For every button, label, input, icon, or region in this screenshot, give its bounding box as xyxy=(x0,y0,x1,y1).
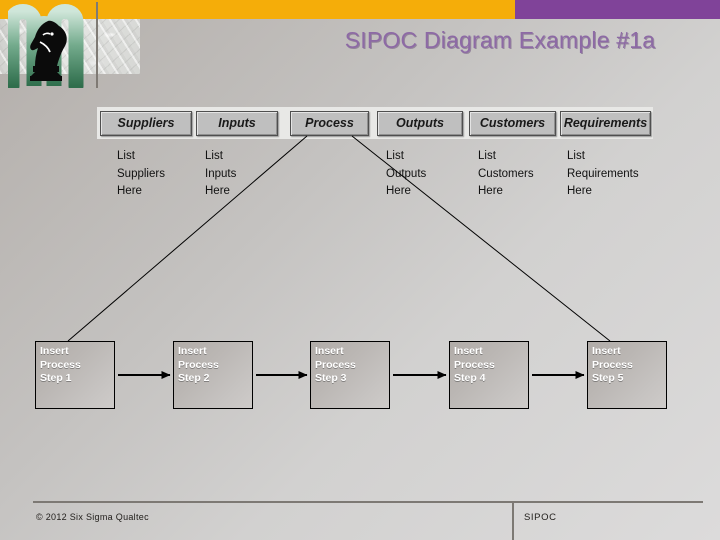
footer-copyright: © 2012 Six Sigma Qualtec xyxy=(36,512,149,522)
column-body-customers: List Customers Here xyxy=(478,150,534,197)
page-title: SIPOC Diagram Example #1a xyxy=(344,27,656,53)
process-step-label-3: Insert Process Step 3 xyxy=(315,345,356,384)
chess-knight-icon xyxy=(30,20,67,81)
process-step-label-2: Insert Process Step 2 xyxy=(178,345,219,384)
logo-vertical-rule xyxy=(96,2,98,88)
company-logo xyxy=(0,0,140,92)
column-body-requirements: List Requirements Here xyxy=(567,150,639,197)
process-step-box-1[interactable]: Insert Process Step 1 xyxy=(35,341,115,409)
column-header-requirements: Requirements xyxy=(560,111,651,136)
process-step-label-5: Insert Process Step 5 xyxy=(592,345,633,384)
process-step-box-5[interactable]: Insert Process Step 5 xyxy=(587,341,667,409)
process-step-box-3[interactable]: Insert Process Step 3 xyxy=(310,341,390,409)
column-header-process: Process xyxy=(290,111,369,136)
process-step-box-2[interactable]: Insert Process Step 2 xyxy=(173,341,253,409)
footer-horizontal-rule xyxy=(33,501,703,503)
process-step-label-4: Insert Process Step 4 xyxy=(454,345,495,384)
column-body-suppliers: List Suppliers Here xyxy=(117,150,165,197)
process-step-label-1: Insert Process Step 1 xyxy=(40,345,81,384)
column-header-suppliers: Suppliers xyxy=(100,111,192,136)
column-header-outputs: Outputs xyxy=(377,111,463,136)
footer-vertical-divider xyxy=(512,501,514,540)
column-header-inputs: Inputs xyxy=(196,111,278,136)
column-header-customers: Customers xyxy=(469,111,556,136)
column-body-inputs: List Inputs Here xyxy=(205,150,237,197)
slide-canvas: SIPOC Diagram Example #1a Suppliers Inpu… xyxy=(0,0,720,540)
footer-section-label: SIPOC xyxy=(524,512,557,523)
process-step-box-4[interactable]: Insert Process Step 4 xyxy=(449,341,529,409)
header-bar-purple xyxy=(515,0,720,19)
column-body-outputs: List Outputs Here xyxy=(386,150,427,197)
